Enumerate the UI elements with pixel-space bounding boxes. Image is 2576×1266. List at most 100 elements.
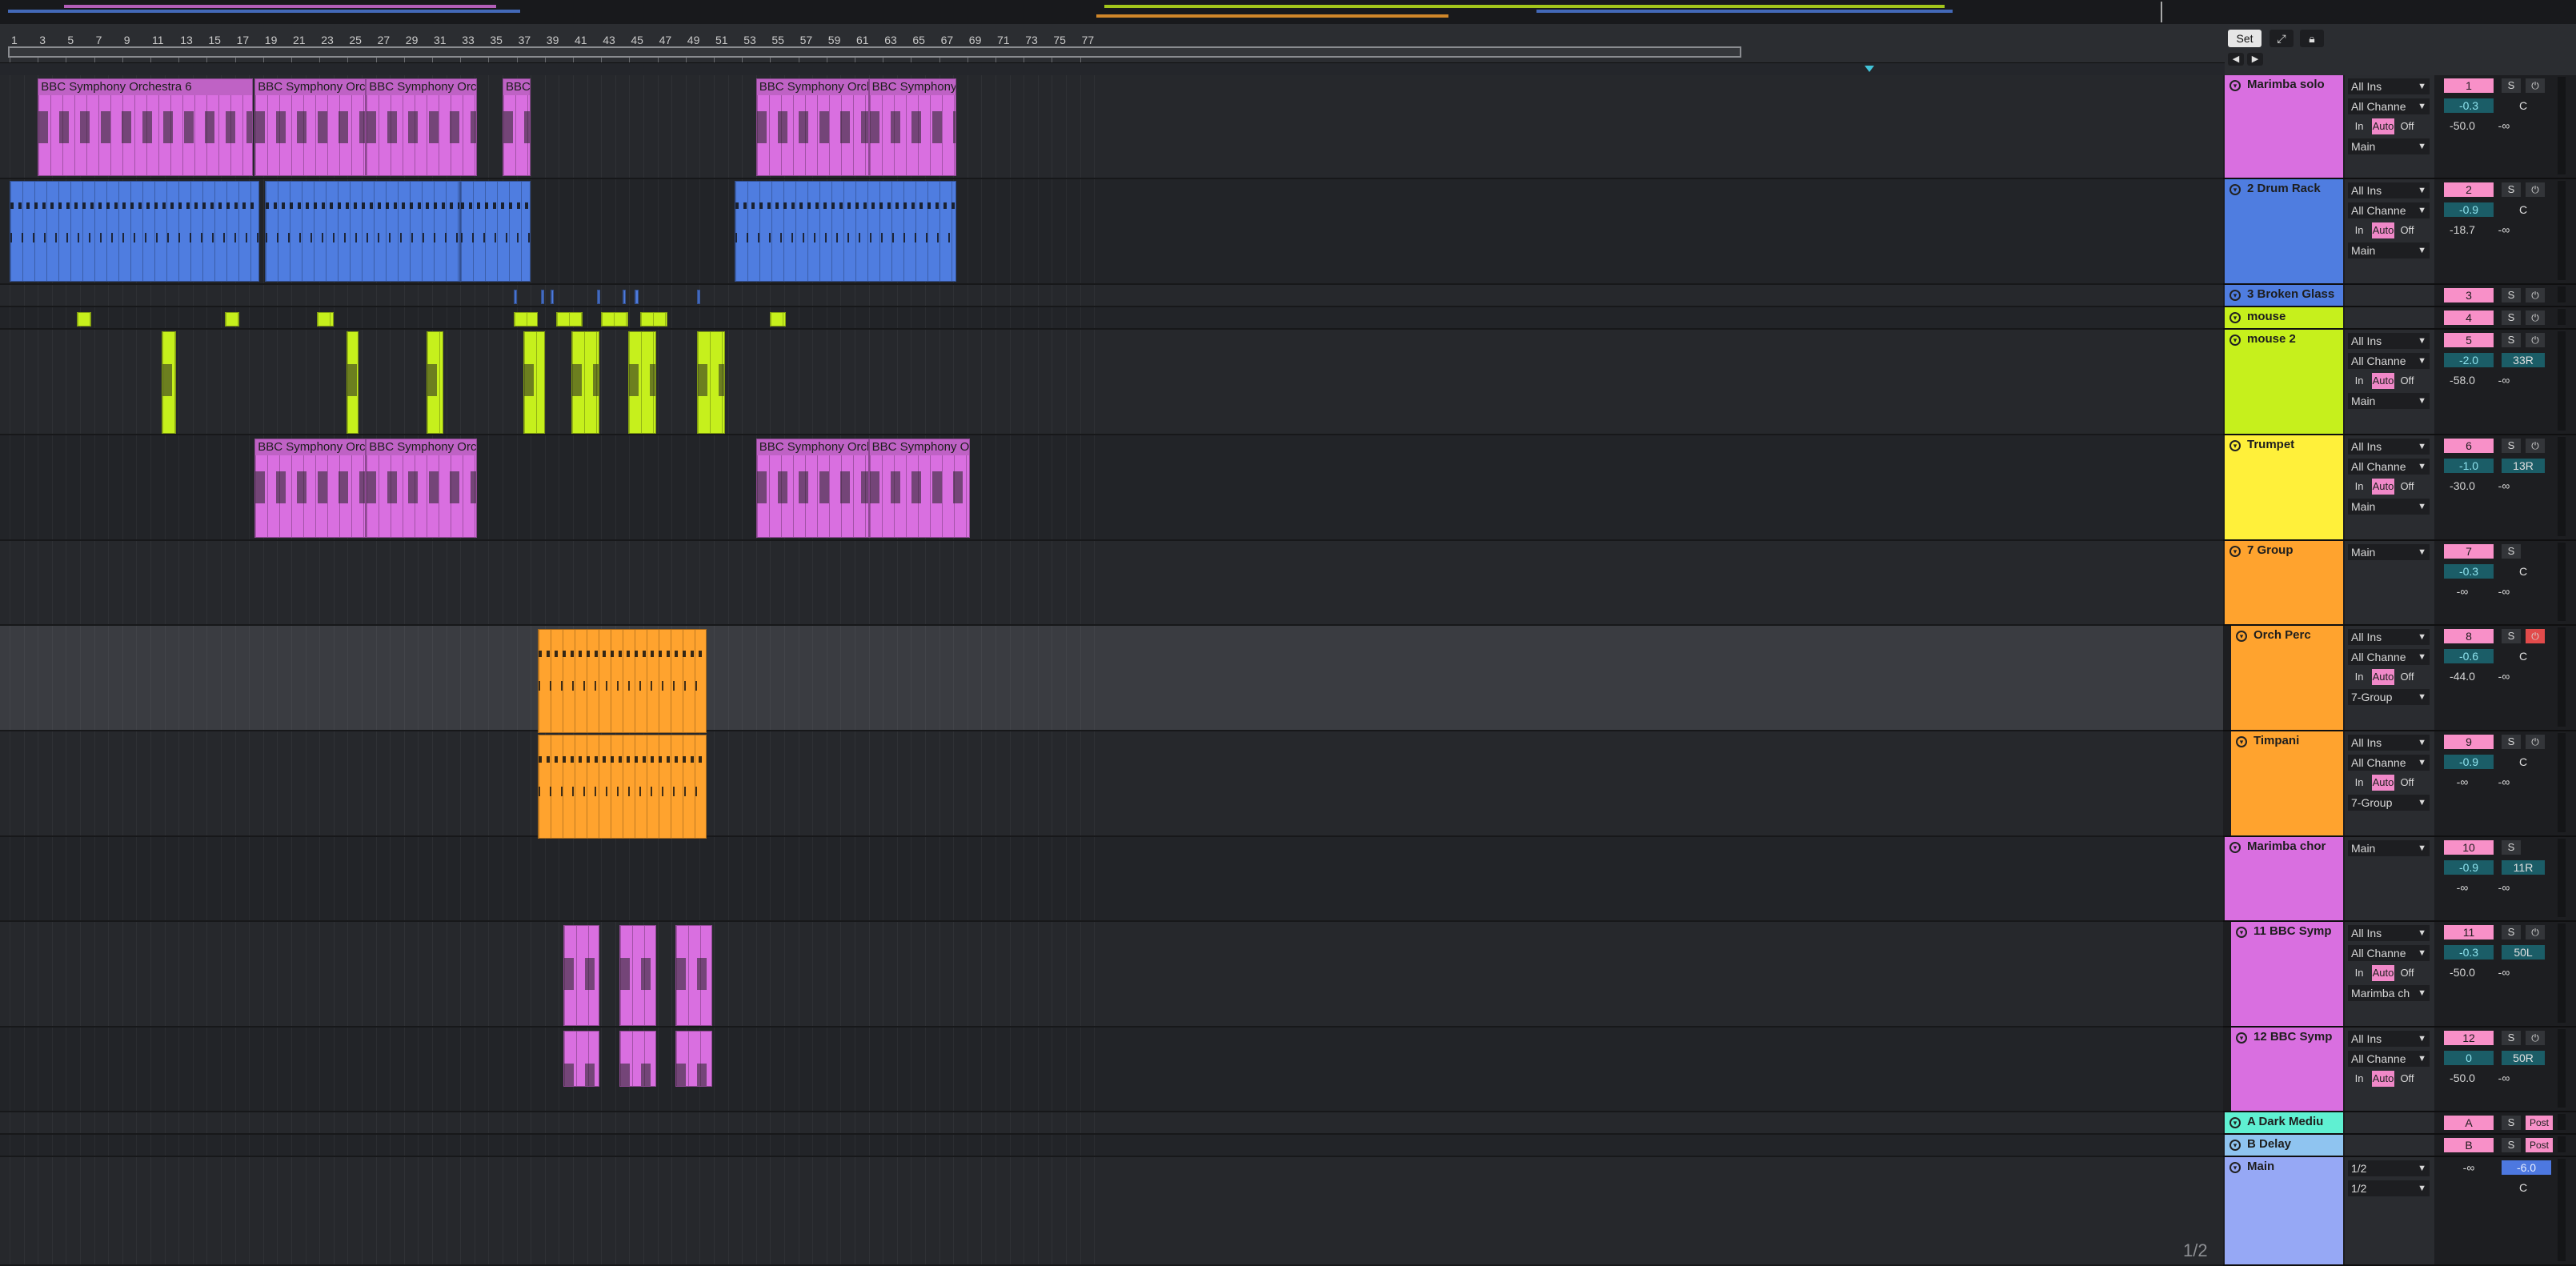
- track-lane[interactable]: [0, 1135, 2223, 1157]
- send-a-field[interactable]: -∞: [2444, 1160, 2494, 1175]
- arm-icon[interactable]: ⏻: [2526, 78, 2545, 93]
- solo-button[interactable]: S: [2502, 925, 2521, 939]
- output-select[interactable]: Marimba ch ▼: [2348, 985, 2430, 1001]
- monitor-auto-button[interactable]: Auto: [2372, 669, 2394, 685]
- pan-field[interactable]: C: [2502, 98, 2545, 113]
- pan-field[interactable]: 11R: [2502, 860, 2545, 875]
- track-title-bar[interactable]: ▾ Trumpet: [2225, 435, 2343, 539]
- pan-field[interactable]: C: [2502, 1180, 2545, 1195]
- input-channel-select[interactable]: All Channe ▼: [2348, 1051, 2430, 1067]
- set-locator-button[interactable]: Set: [2228, 30, 2262, 47]
- monitor-off-button[interactable]: Off: [2396, 118, 2418, 134]
- monitor-auto-button[interactable]: Auto: [2372, 222, 2394, 238]
- pan-field[interactable]: 50L: [2502, 945, 2545, 960]
- send-a-field[interactable]: -50.0: [2444, 118, 2481, 133]
- track-activator-button[interactable]: 4: [2444, 310, 2494, 325]
- clip[interactable]: BBC Symphony Orchestra 6: [254, 78, 367, 176]
- track-activator-button[interactable]: 2: [2444, 182, 2494, 197]
- track-name[interactable]: mouse: [2247, 310, 2286, 323]
- track-lane[interactable]: [0, 541, 2223, 626]
- monitor-auto-button[interactable]: Auto: [2372, 965, 2394, 981]
- loop-brace[interactable]: [8, 46, 1741, 58]
- pan-field[interactable]: C: [2502, 649, 2545, 663]
- clip[interactable]: [563, 925, 600, 1026]
- send-b-field[interactable]: -∞: [2486, 584, 2522, 599]
- arrangement-view[interactable]: BBC Symphony Orchestra 6 BBC Symphony Orc…: [0, 75, 2223, 1266]
- monitor-in-button[interactable]: In: [2348, 1071, 2370, 1087]
- track-header[interactable]: ▾ Marimba chor Main ▼ 10 S -0.9 11R -∞ -∞: [2223, 837, 2576, 922]
- pre-post-button[interactable]: Post: [2526, 1116, 2553, 1130]
- track-name[interactable]: Main: [2247, 1160, 2274, 1173]
- send-a-field[interactable]: -58.0: [2444, 373, 2481, 387]
- clip[interactable]: [162, 331, 176, 434]
- pan-field[interactable]: C: [2502, 564, 2545, 579]
- fold-toggle-icon[interactable]: ▾: [2229, 1162, 2241, 1173]
- pan-field[interactable]: C: [2502, 755, 2545, 769]
- send-b-field[interactable]: -∞: [2486, 880, 2522, 895]
- track-header[interactable]: ▾ A Dark Mediu A S Post: [2223, 1112, 2576, 1135]
- clip[interactable]: [540, 290, 544, 304]
- input-channel-select[interactable]: All Channe ▼: [2348, 649, 2430, 665]
- track-header[interactable]: ▾ Marimba solo All Ins ▼ All Channe ▼ In Auto Of…: [2223, 75, 2576, 179]
- send-a-field[interactable]: -∞: [2444, 584, 2481, 599]
- send-a-field[interactable]: -18.7: [2444, 222, 2481, 237]
- clip[interactable]: BBC Symphony Orchestra 6: [755, 78, 869, 176]
- volume-field[interactable]: -0.9: [2444, 860, 2494, 875]
- send-b-field[interactable]: -∞: [2486, 775, 2522, 789]
- volume-field[interactable]: -2.0: [2444, 353, 2494, 367]
- solo-button[interactable]: S: [2502, 439, 2521, 453]
- input-type-select[interactable]: All Ins ▼: [2348, 333, 2430, 349]
- track-lane[interactable]: [0, 1112, 2223, 1135]
- solo-button[interactable]: S: [2502, 735, 2521, 749]
- send-b-field[interactable]: -∞: [2486, 479, 2522, 493]
- track-title-bar[interactable]: ▾ Marimba solo: [2225, 75, 2343, 178]
- clip[interactable]: BBC Symphony Orchestra 6: [755, 439, 869, 538]
- fold-toggle-icon[interactable]: ▾: [2229, 546, 2241, 557]
- monitor-in-button[interactable]: In: [2348, 118, 2370, 134]
- input-channel-select[interactable]: All Channe ▼: [2348, 98, 2430, 114]
- track-header[interactable]: ▾ 3 Broken Glass 3 S ⏻: [2223, 285, 2576, 307]
- track-lane[interactable]: [0, 922, 2223, 1028]
- output-select[interactable]: Main ▼: [2348, 242, 2430, 258]
- clip[interactable]: [514, 312, 538, 327]
- solo-button[interactable]: S: [2502, 333, 2521, 347]
- track-header[interactable]: ▾ 2 Drum Rack All Ins ▼ All Channe ▼ In Auto Off…: [2223, 179, 2576, 285]
- solo-button[interactable]: S: [2502, 1031, 2521, 1045]
- clip[interactable]: BBC Symp: [503, 78, 531, 176]
- track-name[interactable]: 7 Group: [2247, 543, 2294, 557]
- track-title-bar[interactable]: ▾ Orch Perc: [2231, 626, 2343, 730]
- output-select[interactable]: Main ▼: [2348, 840, 2430, 856]
- fold-toggle-icon[interactable]: ▾: [2229, 1117, 2241, 1128]
- track-activator-button[interactable]: A: [2444, 1116, 2494, 1130]
- track-activator-button[interactable]: 1: [2444, 78, 2494, 93]
- fold-toggle-icon[interactable]: ▾: [2236, 927, 2247, 938]
- prev-locator-icon[interactable]: ◀: [2228, 53, 2244, 66]
- clip[interactable]: [622, 290, 626, 304]
- track-header[interactable]: ▾ 7 Group Main ▼ 7 S -0.3 C -∞ -∞: [2223, 541, 2576, 626]
- track-title-bar[interactable]: ▾ B Delay: [2225, 1135, 2343, 1156]
- track-title-bar[interactable]: ▾ Marimba chor: [2225, 837, 2343, 920]
- input-type-select[interactable]: All Ins ▼: [2348, 1031, 2430, 1047]
- monitor-off-button[interactable]: Off: [2396, 222, 2418, 238]
- track-name[interactable]: mouse 2: [2247, 332, 2296, 346]
- track-name[interactable]: 12 BBC Symp: [2253, 1030, 2332, 1044]
- input-channel-select[interactable]: All Channe ▼: [2348, 353, 2430, 369]
- track-activator-button[interactable]: B: [2444, 1138, 2494, 1152]
- track-activator-button[interactable]: 6: [2444, 439, 2494, 453]
- track-title-bar[interactable]: ▾ 12 BBC Symp: [2231, 1028, 2343, 1111]
- monitor-switch[interactable]: In Auto Off: [2348, 118, 2420, 134]
- clip[interactable]: [627, 331, 656, 434]
- clip[interactable]: BBC Symphony Orchestra 6: [254, 439, 367, 538]
- send-b-field[interactable]: -∞: [2486, 1071, 2522, 1085]
- clip[interactable]: BBC Symphony Orchestra 6: [366, 439, 478, 538]
- track-header[interactable]: ▾ 11 BBC Symp All Ins ▼ All Channe ▼ In Auto Off…: [2223, 922, 2576, 1028]
- send-b-field[interactable]: -∞: [2486, 669, 2522, 683]
- input-channel-select[interactable]: All Channe ▼: [2348, 459, 2430, 475]
- send-b-field[interactable]: -∞: [2486, 373, 2522, 387]
- track-name[interactable]: Marimba chor: [2247, 839, 2326, 853]
- monitor-off-button[interactable]: Off: [2396, 1071, 2418, 1087]
- track-title-bar[interactable]: ▾ A Dark Mediu: [2225, 1112, 2343, 1133]
- output-select[interactable]: Main ▼: [2348, 544, 2430, 560]
- pre-post-button[interactable]: Post: [2526, 1138, 2553, 1152]
- track-title-bar[interactable]: ▾ mouse: [2225, 307, 2343, 328]
